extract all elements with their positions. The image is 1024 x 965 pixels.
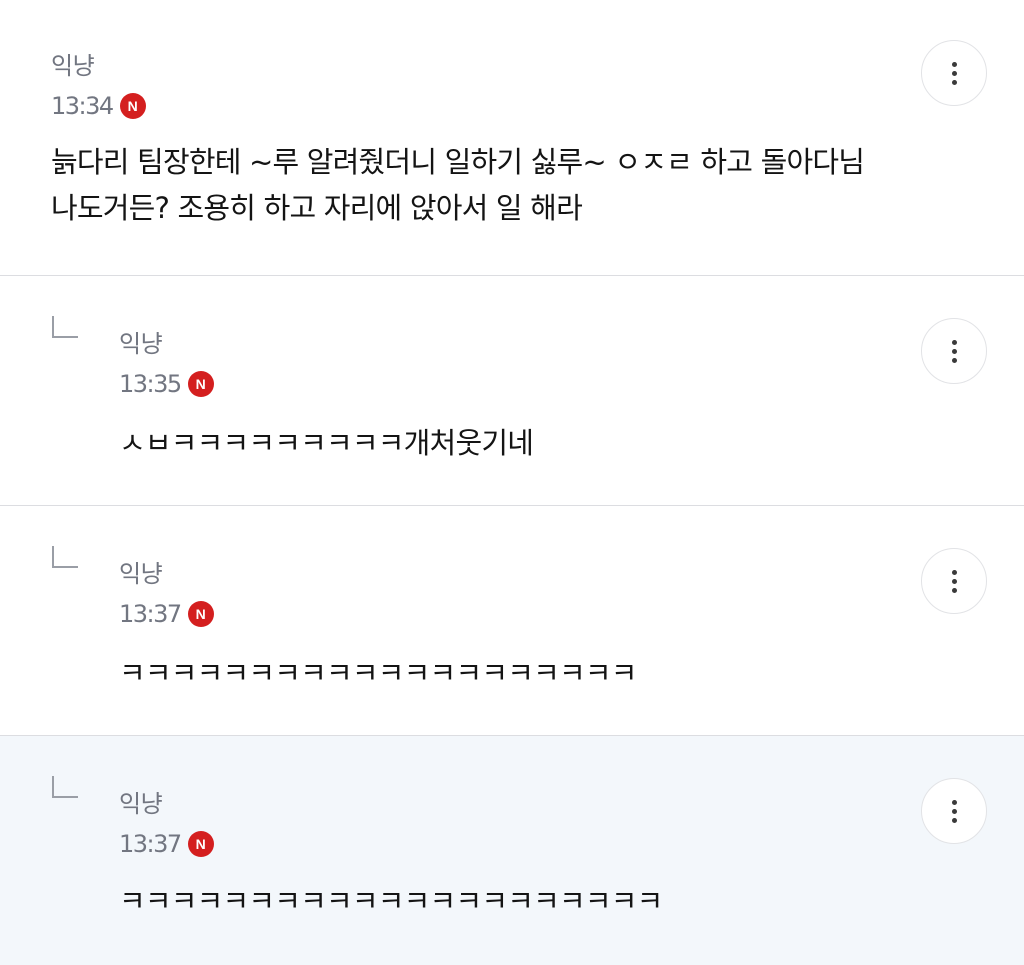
reply-arrow-icon <box>52 316 78 338</box>
comment-meta: 13:34 N <box>51 92 146 120</box>
reply-comment-item-highlighted: 익냥 13:37 N ㅋㅋㅋㅋㅋㅋㅋㅋㅋㅋㅋㅋㅋㅋㅋㅋㅋㅋㅋㅋㅋ <box>0 736 1024 965</box>
reply-comment-item: 익냥 13:35 N ㅅㅂㅋㅋㅋㅋㅋㅋㅋㅋㅋ개처웃기네 <box>0 276 1024 506</box>
comment-author[interactable]: 익냥 <box>119 784 163 819</box>
comment-time: 13:35 <box>119 370 182 398</box>
new-badge-icon: N <box>187 371 214 397</box>
comment-meta: 13:37 N <box>119 600 214 628</box>
more-options-button[interactable] <box>921 40 987 106</box>
comment-meta: 13:35 N <box>119 370 214 398</box>
more-options-button[interactable] <box>921 548 987 614</box>
reply-arrow-icon <box>52 546 78 568</box>
reply-arrow-icon <box>52 776 78 798</box>
comment-body: ㅅㅂㅋㅋㅋㅋㅋㅋㅋㅋㅋ개처웃기네 <box>119 420 534 466</box>
comment-time: 13:37 <box>119 830 182 858</box>
new-badge-icon: N <box>187 831 214 857</box>
more-vertical-icon <box>951 569 957 593</box>
comment-author[interactable]: 익냥 <box>119 324 163 359</box>
comment-body-line: ㅋㅋㅋㅋㅋㅋㅋㅋㅋㅋㅋㅋㅋㅋㅋㅋㅋㅋㅋㅋ <box>119 656 637 690</box>
more-vertical-icon <box>951 61 957 85</box>
comment-item: 익냥 13:34 N 늙다리 팀장한테 ~루 알려줬더니 일하기 싫루~ ㅇㅈㄹ… <box>0 0 1024 276</box>
more-vertical-icon <box>951 339 957 363</box>
comment-body-line: 나도거든? 조용히 하고 자리에 앉아서 일 해라 <box>51 191 583 225</box>
comment-author[interactable]: 익냥 <box>119 554 163 589</box>
new-badge-icon: N <box>119 93 146 119</box>
comment-time: 13:34 <box>51 92 114 120</box>
comment-body-line: ㅅㅂㅋㅋㅋㅋㅋㅋㅋㅋㅋ개처웃기네 <box>119 426 534 460</box>
comment-author[interactable]: 익냥 <box>51 46 95 81</box>
comment-time: 13:37 <box>119 600 182 628</box>
comment-body: ㅋㅋㅋㅋㅋㅋㅋㅋㅋㅋㅋㅋㅋㅋㅋㅋㅋㅋㅋㅋ <box>119 650 637 696</box>
comment-thread: 익냥 13:34 N 늙다리 팀장한테 ~루 알려줬더니 일하기 싫루~ ㅇㅈㄹ… <box>0 0 1024 965</box>
new-badge-icon: N <box>187 601 214 627</box>
more-options-button[interactable] <box>921 318 987 384</box>
comment-body-line: ㅋㅋㅋㅋㅋㅋㅋㅋㅋㅋㅋㅋㅋㅋㅋㅋㅋㅋㅋㅋㅋ <box>119 884 663 918</box>
more-vertical-icon <box>951 799 957 823</box>
comment-body: 늙다리 팀장한테 ~루 알려줬더니 일하기 싫루~ ㅇㅈㄹ 하고 돌아다님 나도… <box>51 139 865 231</box>
more-options-button[interactable] <box>921 778 987 844</box>
comment-body-line: 늙다리 팀장한테 ~루 알려줬더니 일하기 싫루~ ㅇㅈㄹ 하고 돌아다님 <box>51 145 865 179</box>
reply-comment-item: 익냥 13:37 N ㅋㅋㅋㅋㅋㅋㅋㅋㅋㅋㅋㅋㅋㅋㅋㅋㅋㅋㅋㅋ <box>0 506 1024 736</box>
comment-body: ㅋㅋㅋㅋㅋㅋㅋㅋㅋㅋㅋㅋㅋㅋㅋㅋㅋㅋㅋㅋㅋ <box>119 878 663 924</box>
comment-meta: 13:37 N <box>119 830 214 858</box>
